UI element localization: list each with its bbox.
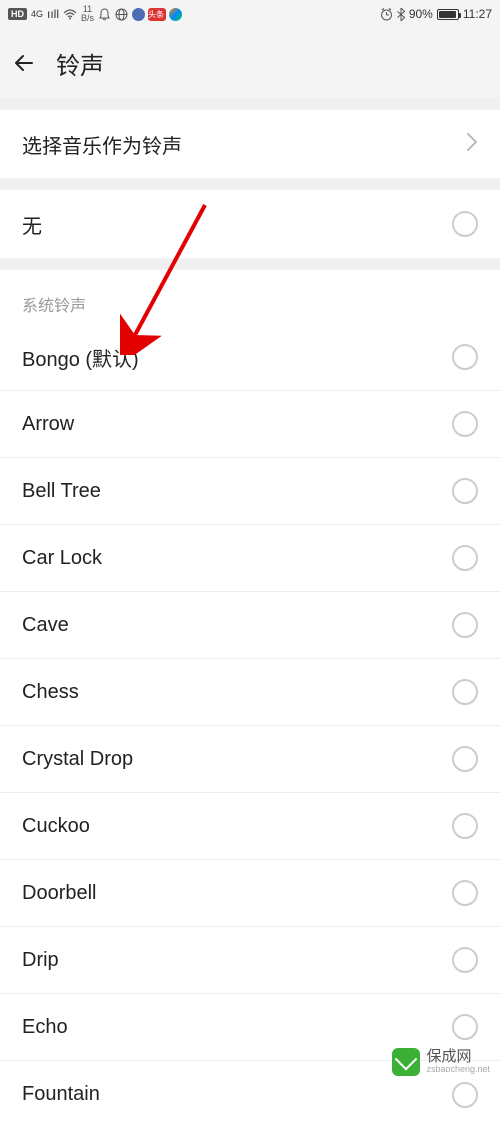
- radio-icon: [452, 746, 478, 772]
- ringtone-label: Chess: [22, 681, 79, 704]
- watermark-url: zsbaocheng.net: [426, 1065, 490, 1075]
- app-icons: 头条: [132, 8, 182, 21]
- header: 铃声: [0, 28, 500, 98]
- signal-icon: ııll: [47, 7, 59, 21]
- ringtone-bell-tree[interactable]: Bell Tree: [0, 458, 500, 525]
- radio-icon: [452, 1014, 478, 1040]
- section-title: 系统铃声: [0, 270, 500, 324]
- select-music-label: 选择音乐作为铃声: [22, 130, 182, 159]
- watermark-title: 保成网: [426, 1049, 490, 1066]
- none-label: 无: [22, 210, 42, 239]
- ringtone-label: Doorbell: [22, 882, 96, 905]
- ringtone-label: Cuckoo: [22, 815, 90, 838]
- ringtone-label: Cave: [22, 614, 69, 637]
- wifi-icon: [63, 9, 77, 20]
- bluetooth-icon: [397, 8, 405, 21]
- ringtone-label: Fountain: [22, 1083, 100, 1106]
- ringtone-label: Crystal Drop: [22, 748, 133, 771]
- watermark-logo-icon: [392, 1048, 420, 1076]
- ringtone-label: Drip: [22, 949, 59, 972]
- ringtone-label: Echo: [22, 1016, 68, 1039]
- status-bar: HD 4G ııll 11 B/s 头条 90% 11:27: [0, 0, 500, 28]
- alarm-icon: [380, 8, 393, 21]
- system-ringtones-section: 系统铃声 Bongo (默认) Arrow Bell Tree Car Lock…: [0, 270, 500, 1128]
- watermark: 保成网 zsbaocheng.net: [392, 1048, 490, 1076]
- ringtone-arrow[interactable]: Arrow: [0, 391, 500, 458]
- radio-icon: [452, 478, 478, 504]
- ringtone-car-lock[interactable]: Car Lock: [0, 525, 500, 592]
- ringtone-label: Bongo (默认): [22, 343, 139, 372]
- hd-icon: HD: [8, 8, 27, 20]
- battery-pct: 90%: [409, 7, 433, 21]
- radio-icon: [452, 947, 478, 973]
- ringtone-label: Bell Tree: [22, 480, 101, 503]
- radio-icon: [452, 1082, 478, 1108]
- radio-icon: [452, 545, 478, 571]
- back-button[interactable]: [10, 48, 40, 78]
- radio-icon: [452, 211, 478, 237]
- ringtone-label: Arrow: [22, 413, 74, 436]
- radio-icon: [452, 411, 478, 437]
- notification-icon: [98, 8, 111, 21]
- radio-icon: [452, 880, 478, 906]
- none-row[interactable]: 无: [0, 190, 500, 258]
- globe-icon: [115, 8, 128, 21]
- ringtone-cave[interactable]: Cave: [0, 592, 500, 659]
- ringtone-list: Bongo (默认) Arrow Bell Tree Car Lock Cave…: [0, 324, 500, 1128]
- status-right: 90% 11:27: [380, 7, 492, 21]
- battery-icon: [437, 9, 459, 20]
- radio-icon: [452, 679, 478, 705]
- back-arrow-icon: [12, 50, 38, 76]
- chevron-right-icon: [466, 132, 478, 157]
- radio-icon: [452, 344, 478, 370]
- clock: 11:27: [463, 7, 492, 21]
- ringtone-bongo[interactable]: Bongo (默认): [0, 324, 500, 391]
- page-title: 铃声: [56, 46, 104, 81]
- status-left: HD 4G ııll 11 B/s 头条: [8, 5, 182, 23]
- radio-icon: [452, 813, 478, 839]
- select-music-row[interactable]: 选择音乐作为铃声: [0, 110, 500, 178]
- ringtone-chess[interactable]: Chess: [0, 659, 500, 726]
- ringtone-label: Car Lock: [22, 547, 102, 570]
- network-icon: 4G: [31, 9, 43, 19]
- ringtone-crystal-drop[interactable]: Crystal Drop: [0, 726, 500, 793]
- ringtone-cuckoo[interactable]: Cuckoo: [0, 793, 500, 860]
- speed-icon: 11 B/s: [81, 5, 94, 23]
- ringtone-doorbell[interactable]: Doorbell: [0, 860, 500, 927]
- radio-icon: [452, 612, 478, 638]
- ringtone-drip[interactable]: Drip: [0, 927, 500, 994]
